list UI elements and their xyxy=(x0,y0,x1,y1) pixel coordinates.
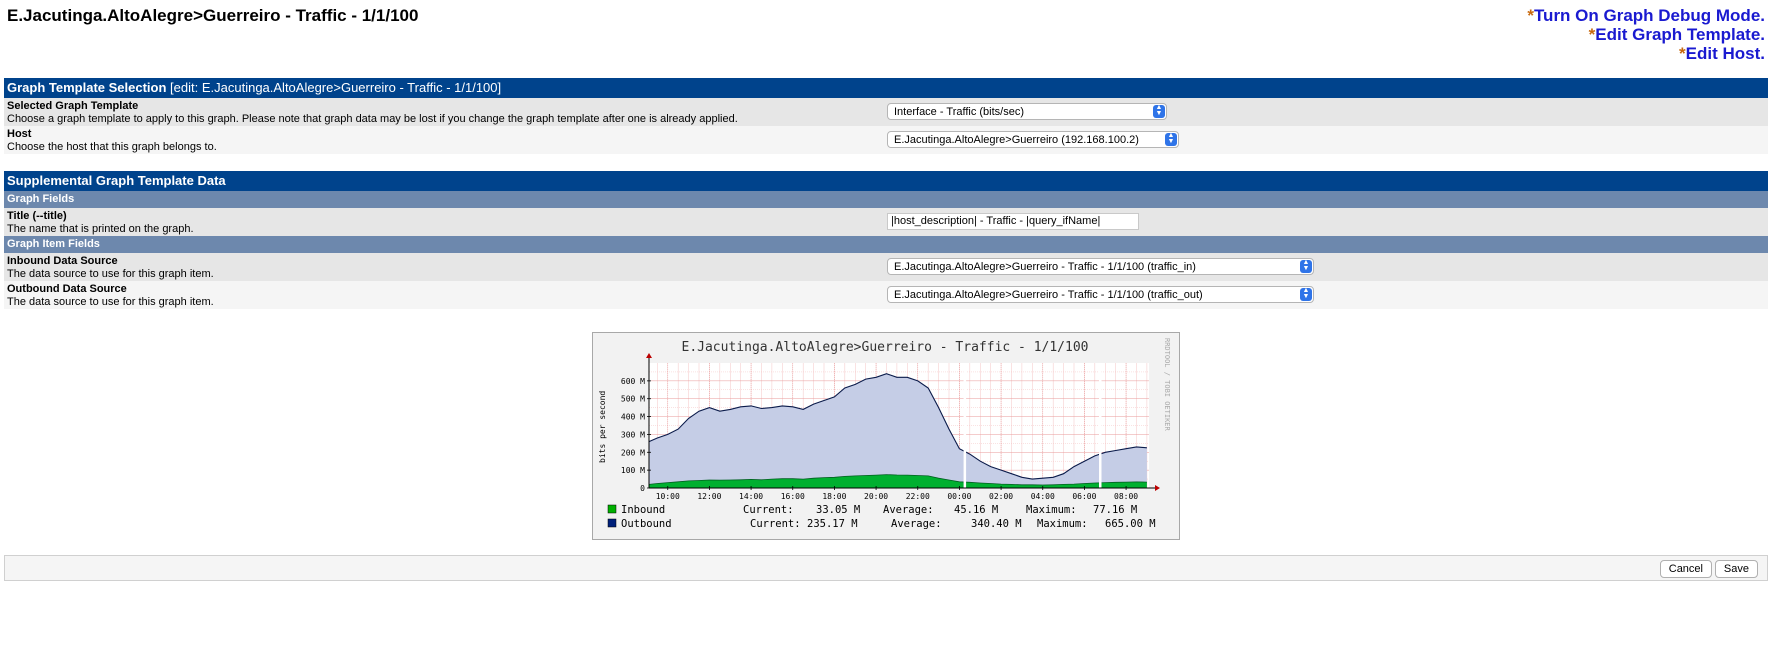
y-tick-label: 100 M xyxy=(621,466,645,475)
outbound-source-select[interactable]: E.Jacutinga.AltoAlegre>Guerreiro - Traff… xyxy=(887,286,1314,303)
chart-title: E.Jacutinga.AltoAlegre>Guerreiro - Traff… xyxy=(682,340,1089,355)
legend-current-value: 235.17 M xyxy=(807,518,858,530)
y-axis-arrow xyxy=(646,353,652,358)
traffic-chart-svg: E.Jacutinga.AltoAlegre>Guerreiro - Traff… xyxy=(598,338,1171,530)
title-description: The name that is printed on the graph. xyxy=(7,223,194,235)
supplemental-panel: Supplemental Graph Template Data Graph F… xyxy=(4,171,1768,309)
template-selection-header: Graph Template Selection [edit: E.Jacuti… xyxy=(4,78,1768,98)
x-tick-label: 10:00 xyxy=(656,492,680,501)
rrdtool-credit: RRDTOOL / TOBI OETIKER xyxy=(1163,338,1171,432)
host-value: E.Jacutinga.AltoAlegre>Guerreiro (192.16… xyxy=(894,134,1139,146)
inbound-row: Inbound Data Source The data source to us… xyxy=(4,253,1768,281)
chevron-updown-icon: ▲ ▼ xyxy=(1300,259,1312,273)
plot-area: 0 100 M 200 M 300 M 400 M 500 M 600 M 10:00 12:0… xyxy=(621,353,1160,501)
title-row: Title (--title) The name that is printed … xyxy=(4,208,1768,236)
outbound-source-value: E.Jacutinga.AltoAlegre>Guerreiro - Traff… xyxy=(894,289,1203,301)
host-row: Host Choose the host that this graph belo… xyxy=(4,126,1768,154)
data-gap xyxy=(1099,363,1102,488)
legend-maximum-value: 665.00 M xyxy=(1105,518,1156,530)
data-gap xyxy=(963,363,967,488)
link-star: * xyxy=(1679,44,1686,63)
graph-title-input[interactable]: |host_description| - Traffic - |query_if… xyxy=(887,213,1139,230)
host-label: Host xyxy=(7,128,32,140)
cancel-button[interactable]: Cancel xyxy=(1659,560,1712,578)
legend-maximum-label: Maximum: xyxy=(1026,504,1077,516)
legend-average-label: Average: xyxy=(883,504,934,516)
link-star: * xyxy=(1527,6,1534,25)
graph-fields-header: Graph Fields xyxy=(4,191,1768,208)
template-selection-panel: Graph Template Selection [edit: E.Jacuti… xyxy=(4,78,1768,154)
y-tick-label: 300 M xyxy=(621,430,645,439)
legend-swatch xyxy=(607,504,617,514)
y-tick-label: 500 M xyxy=(621,395,645,404)
y-axis-label: bits per second xyxy=(598,391,607,463)
legend-current-value: 33.05 M xyxy=(816,504,860,516)
save-button[interactable]: Save xyxy=(1714,560,1758,578)
host-description: Choose the host that this graph belongs … xyxy=(7,141,217,153)
y-tick-label: 200 M xyxy=(621,448,645,457)
legend-average-label: Average: xyxy=(891,518,942,530)
legend-current-label: Current: xyxy=(750,518,801,530)
graph-item-fields-header: Graph Item Fields xyxy=(4,236,1768,253)
edit-graph-template-link[interactable]: Edit Graph Template. xyxy=(1595,25,1765,44)
y-tick-label: 0 xyxy=(640,484,645,493)
template-selection-title: Graph Template Selection xyxy=(7,80,167,95)
outbound-description: The data source to use for this graph it… xyxy=(7,296,214,308)
host-select[interactable]: E.Jacutinga.AltoAlegre>Guerreiro (192.16… xyxy=(887,131,1179,148)
y-tick-label: 400 M xyxy=(621,413,645,422)
legend-maximum-label: Maximum: xyxy=(1037,518,1088,530)
legend-series-name: Inbound xyxy=(621,504,665,516)
inbound-description: The data source to use for this graph it… xyxy=(7,268,214,280)
template-selection-edit: [edit: E.Jacutinga.AltoAlegre>Guerreiro … xyxy=(170,80,502,95)
x-tick-label: 06:00 xyxy=(1072,492,1096,501)
action-links: *Turn On Graph Debug Mode. *Edit Graph T… xyxy=(1527,6,1765,63)
legend-maximum-value: 77.16 M xyxy=(1093,504,1137,516)
edit-host-link[interactable]: Edit Host. xyxy=(1686,44,1765,63)
inbound-source-value: E.Jacutinga.AltoAlegre>Guerreiro - Traff… xyxy=(894,261,1196,273)
legend-average-value: 340.40 M xyxy=(971,518,1022,530)
x-tick-label: 02:00 xyxy=(989,492,1013,501)
x-tick-label: 16:00 xyxy=(781,492,805,501)
chevron-updown-icon: ▲ ▼ xyxy=(1165,132,1177,146)
inbound-source-select[interactable]: E.Jacutinga.AltoAlegre>Guerreiro - Traff… xyxy=(887,258,1314,275)
graph-template-select[interactable]: Interface - Traffic (bits/sec) ▲ ▼ xyxy=(887,103,1167,120)
x-tick-label: 14:00 xyxy=(739,492,763,501)
outbound-row: Outbound Data Source The data source to u… xyxy=(4,281,1768,309)
title-label: Title (--title) xyxy=(7,210,67,222)
x-tick-label: 04:00 xyxy=(1031,492,1055,501)
traffic-graph[interactable]: E.Jacutinga.AltoAlegre>Guerreiro - Traff… xyxy=(592,332,1180,540)
supplemental-header: Supplemental Graph Template Data xyxy=(4,171,1768,191)
x-tick-label: 18:00 xyxy=(822,492,846,501)
page-title: E.Jacutinga.AltoAlegre>Guerreiro - Traff… xyxy=(7,6,419,25)
outbound-label: Outbound Data Source xyxy=(7,283,127,295)
y-tick-label: 600 M xyxy=(621,377,645,386)
legend-current-label: Current: xyxy=(743,504,794,516)
chart-legend: Inbound Current: 33.05 M Average: 45.16 M Max… xyxy=(607,504,1156,530)
x-tick-label: 22:00 xyxy=(906,492,930,501)
legend-swatch xyxy=(607,518,617,528)
x-tick-label: 00:00 xyxy=(947,492,971,501)
template-label: Selected Graph Template xyxy=(7,100,139,112)
chevron-updown-icon: ▲ ▼ xyxy=(1153,104,1165,118)
inbound-label: Inbound Data Source xyxy=(7,255,118,267)
x-axis-arrow xyxy=(1155,485,1160,491)
x-tick-label: 12:00 xyxy=(697,492,721,501)
x-tick-label: 08:00 xyxy=(1114,492,1138,501)
legend-series-name: Outbound xyxy=(621,518,672,530)
x-tick-label: 20:00 xyxy=(864,492,888,501)
legend-average-value: 45.16 M xyxy=(954,504,998,516)
turn-on-debug-link[interactable]: Turn On Graph Debug Mode. xyxy=(1534,6,1765,25)
form-actions: Cancel Save xyxy=(4,555,1768,581)
chevron-updown-icon: ▲ ▼ xyxy=(1300,287,1312,301)
template-description: Choose a graph template to apply to this… xyxy=(7,113,738,125)
graph-template-value: Interface - Traffic (bits/sec) xyxy=(894,106,1025,118)
template-row: Selected Graph Template Choose a graph te… xyxy=(4,98,1768,126)
